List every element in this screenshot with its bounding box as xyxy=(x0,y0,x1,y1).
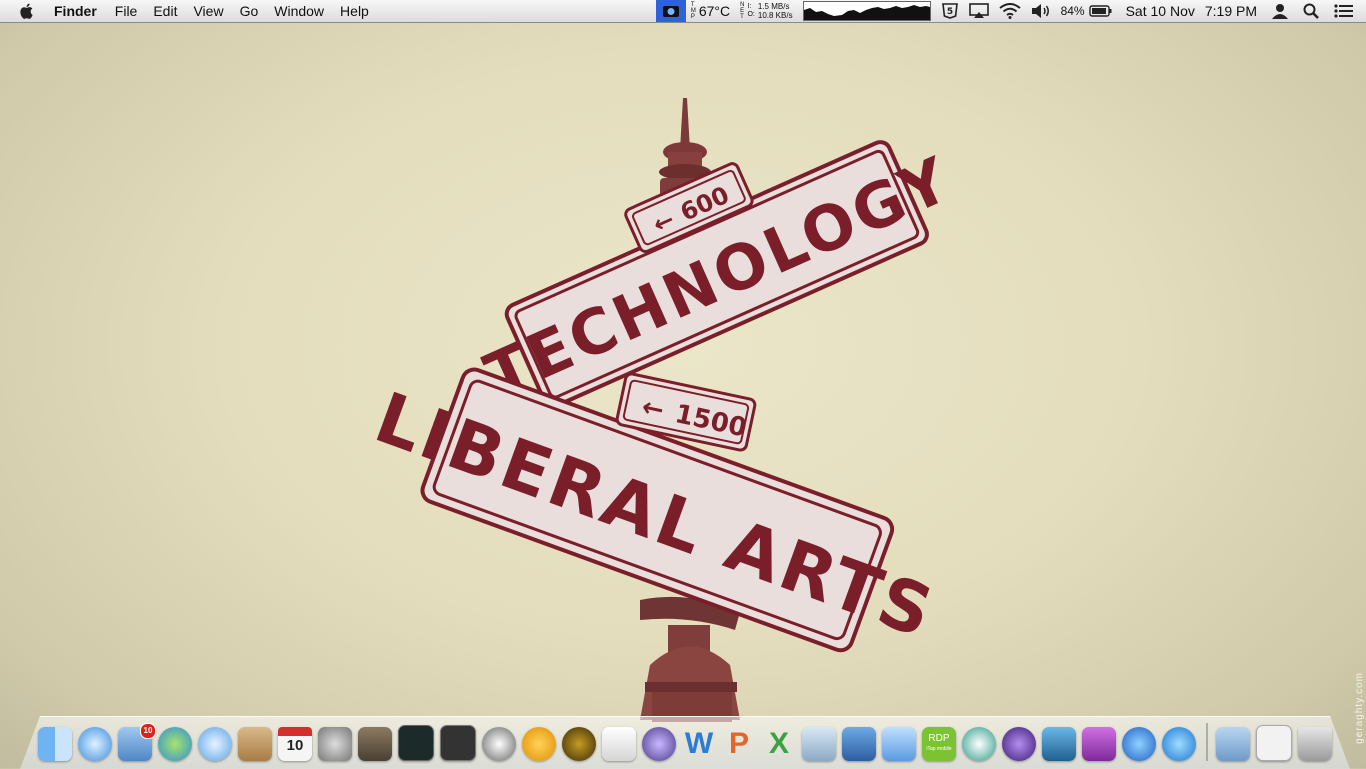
word-icon[interactable]: W xyxy=(682,727,716,761)
trash-icon[interactable] xyxy=(1298,727,1332,761)
messages-icon[interactable] xyxy=(198,727,232,761)
camera-icon xyxy=(662,6,679,17)
media-player-icon[interactable] xyxy=(1082,727,1116,761)
rdp-app-icon[interactable]: RDP iTap mobile xyxy=(922,727,956,761)
drawing-app-icon[interactable] xyxy=(642,727,676,761)
documents-stack-icon[interactable] xyxy=(1256,725,1292,761)
podcast-icon[interactable] xyxy=(522,727,556,761)
menu-view[interactable]: View xyxy=(185,0,231,22)
user-icon xyxy=(1272,4,1288,19)
screen-sharing-icon[interactable] xyxy=(1042,727,1076,761)
net-label: N E T xyxy=(740,2,745,20)
html5-icon: 5 xyxy=(941,3,958,19)
wallpaper-credit: geraghty.com xyxy=(1354,672,1365,744)
battery-icon xyxy=(1088,5,1112,17)
network-monitor[interactable]: N E T I: O: 1.5 MB/s 10.8 KB/s xyxy=(735,0,797,22)
vpn-app-icon[interactable] xyxy=(440,725,476,761)
numbers-chart-icon[interactable] xyxy=(602,727,636,761)
net-in-label: I: xyxy=(747,3,752,10)
ical-icon[interactable]: 10 xyxy=(278,727,312,761)
utility-app-icon[interactable] xyxy=(358,727,392,761)
svg-text:5: 5 xyxy=(946,7,952,17)
net-out-value: 10.8 KB/s xyxy=(757,11,793,20)
apple-menu-icon[interactable] xyxy=(18,2,36,20)
volume-icon xyxy=(1031,4,1049,18)
rdp-sub-label: iTap mobile xyxy=(926,746,952,752)
menu-bar: Finder File Edit View Go Window Help T M… xyxy=(0,0,1366,23)
user-menu-extra[interactable] xyxy=(1262,0,1293,22)
sync-app-icon[interactable] xyxy=(962,727,996,761)
screen-capture-menu-extra[interactable] xyxy=(655,0,686,22)
volume-menu-extra[interactable] xyxy=(1026,0,1056,22)
clock-time[interactable]: 7:19 PM xyxy=(1200,0,1262,22)
applications-folder-icon[interactable] xyxy=(1216,727,1250,761)
contacts-icon[interactable] xyxy=(238,727,272,761)
menu-finder[interactable]: Finder xyxy=(46,0,105,22)
tmp-label: T M P xyxy=(690,2,696,20)
ical-day: 10 xyxy=(286,737,304,754)
safari-icon[interactable] xyxy=(78,727,112,761)
finder-icon[interactable] xyxy=(38,727,72,761)
temperature-monitor[interactable]: T M P 67°C xyxy=(686,0,735,22)
menu-window[interactable]: Window xyxy=(266,0,332,22)
list-icon xyxy=(1334,4,1353,18)
notification-center-menu-extra[interactable] xyxy=(1324,0,1366,22)
cpu-graph-menu-extra[interactable] xyxy=(798,0,936,22)
menu-help[interactable]: Help xyxy=(332,0,377,22)
activity-graph xyxy=(802,1,931,21)
clock-date[interactable]: Sat 10 Nov xyxy=(1118,0,1200,22)
dock-separator xyxy=(1206,723,1208,761)
touch-pointer-icon[interactable] xyxy=(882,727,916,761)
dvd-player-icon[interactable] xyxy=(482,727,516,761)
net-in-value: 1.5 MB/s xyxy=(757,2,790,11)
network-scanner-icon[interactable] xyxy=(842,727,876,761)
remote-desktop-icon[interactable] xyxy=(802,727,836,761)
powerpoint-icon[interactable]: P xyxy=(722,727,756,761)
itunes-icon[interactable] xyxy=(1122,727,1156,761)
dock-icons: 10 10 W P X RDP iTap mobile xyxy=(38,719,1338,761)
menu-edit[interactable]: Edit xyxy=(145,0,185,22)
menu-go[interactable]: Go xyxy=(232,0,267,22)
radar-app-icon[interactable] xyxy=(562,727,596,761)
rdp-label: RDP xyxy=(928,733,950,744)
airplay-icon xyxy=(968,3,989,18)
menu-file[interactable]: File xyxy=(107,0,146,22)
mail-badge: 10 xyxy=(140,723,156,739)
wifi-menu-extra[interactable] xyxy=(994,0,1026,22)
activity-monitor-icon[interactable] xyxy=(398,725,434,761)
app-store-icon[interactable] xyxy=(1162,727,1196,761)
temperature-value: 67°C xyxy=(698,3,731,19)
system-preferences-icon[interactable] xyxy=(318,727,352,761)
airplay-menu-extra[interactable] xyxy=(964,0,994,22)
battery-percent: 84% xyxy=(1060,4,1085,18)
disc-burner-icon[interactable] xyxy=(1002,727,1036,761)
html5-menu-extra[interactable]: 5 xyxy=(936,0,964,22)
search-icon xyxy=(1303,3,1319,19)
technology-street-sign: TECHNOLOGY xyxy=(475,140,962,413)
battery-menu-extra[interactable]: 84% xyxy=(1056,0,1118,22)
wifi-icon xyxy=(998,3,1021,19)
menu-extras: T M P 67°C N E T I: O: 1.5 MB/s 10.8 KB/… xyxy=(655,0,1366,22)
mail-icon[interactable]: 10 xyxy=(118,723,156,761)
net-out-label: O: xyxy=(747,11,755,18)
spotlight-menu-extra[interactable] xyxy=(1293,0,1324,22)
desktop-wallpaper: TECHNOLOGY ← 600 LIBERAL ARTS ← 1500 xyxy=(365,98,962,722)
messenger-icon[interactable] xyxy=(158,727,192,761)
excel-icon[interactable]: X xyxy=(762,727,796,761)
